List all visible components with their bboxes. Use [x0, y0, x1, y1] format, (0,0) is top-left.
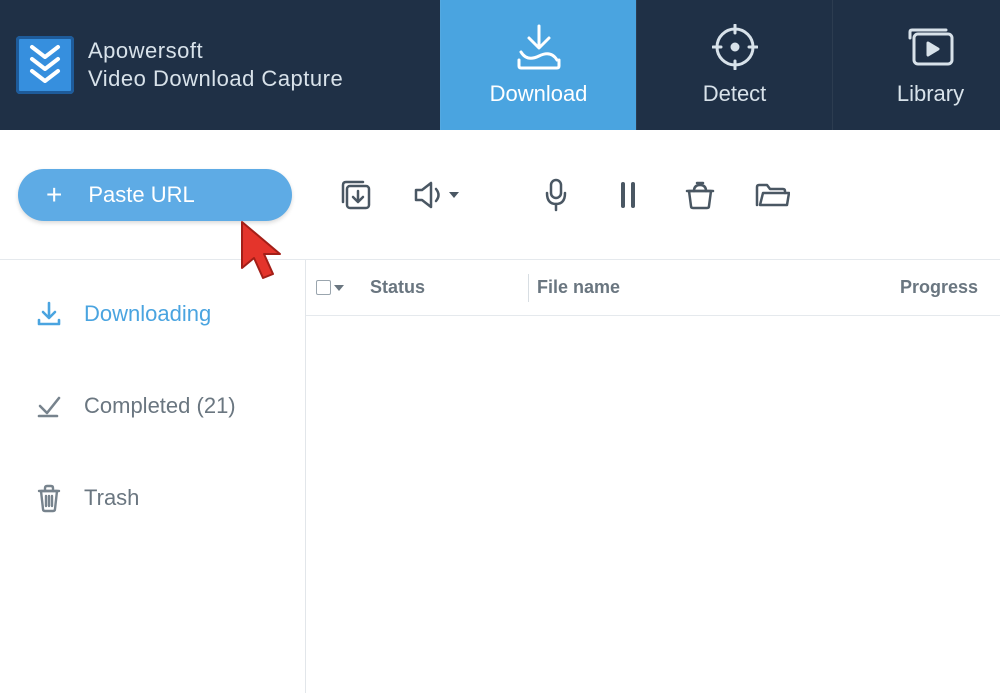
tab-download-label: Download [490, 81, 588, 107]
select-all-checkbox[interactable] [316, 280, 370, 295]
open-folder-button[interactable] [750, 173, 794, 217]
sidebar-downloading-label: Downloading [84, 301, 211, 327]
volume-icon [413, 180, 445, 210]
sidebar: Downloading Completed (21) [0, 260, 306, 693]
sidebar-item-trash[interactable]: Trash [0, 452, 305, 544]
logo-chevrons-icon [28, 43, 62, 87]
sidebar-item-completed[interactable]: Completed (21) [0, 360, 305, 452]
crosshair-icon [712, 24, 758, 70]
paste-url-label: Paste URL [88, 182, 194, 208]
chevron-down-icon [334, 285, 344, 291]
paste-url-button[interactable]: + Paste URL [18, 169, 292, 221]
brand-line-2: Video Download Capture [88, 66, 343, 92]
app-header: Apowersoft Video Download Capture [0, 0, 1000, 130]
delete-icon [684, 180, 716, 210]
brand-line-1: Apowersoft [88, 38, 343, 64]
download-icon [35, 300, 63, 328]
volume-dropdown-button[interactable] [406, 173, 466, 217]
sidebar-item-downloading[interactable]: Downloading [0, 268, 305, 360]
content-area: Status File name Progress [306, 260, 1000, 693]
batch-download-button[interactable] [334, 173, 378, 217]
plus-icon: + [46, 181, 62, 209]
column-status[interactable]: Status [370, 277, 520, 298]
download-tray-icon [515, 24, 563, 70]
app-logo [16, 36, 74, 94]
pause-button[interactable] [606, 173, 650, 217]
record-mic-icon [543, 178, 569, 212]
table-body-empty [306, 316, 1000, 693]
brand-text: Apowersoft Video Download Capture [88, 38, 343, 92]
play-folder-icon [906, 26, 956, 68]
header-tabs: Download Detect [440, 0, 1000, 130]
delete-button[interactable] [678, 173, 722, 217]
column-file-name[interactable]: File name [537, 277, 860, 298]
trash-icon [36, 483, 62, 513]
tab-library[interactable]: Library [832, 0, 1000, 130]
column-progress[interactable]: Progress [860, 277, 1000, 298]
tab-library-label: Library [897, 81, 964, 107]
batch-download-icon [339, 178, 373, 212]
check-icon [35, 392, 63, 420]
sidebar-completed-label: Completed (21) [84, 393, 236, 419]
tab-download[interactable]: Download [440, 0, 636, 130]
sidebar-trash-label: Trash [84, 485, 139, 511]
tab-detect-label: Detect [703, 81, 767, 107]
chevron-down-icon [449, 192, 459, 198]
tab-detect[interactable]: Detect [636, 0, 832, 130]
pause-icon [617, 180, 639, 210]
record-button[interactable] [534, 173, 578, 217]
open-folder-icon [754, 181, 790, 209]
brand-block: Apowersoft Video Download Capture [0, 0, 440, 130]
table-header: Status File name Progress [306, 260, 1000, 316]
